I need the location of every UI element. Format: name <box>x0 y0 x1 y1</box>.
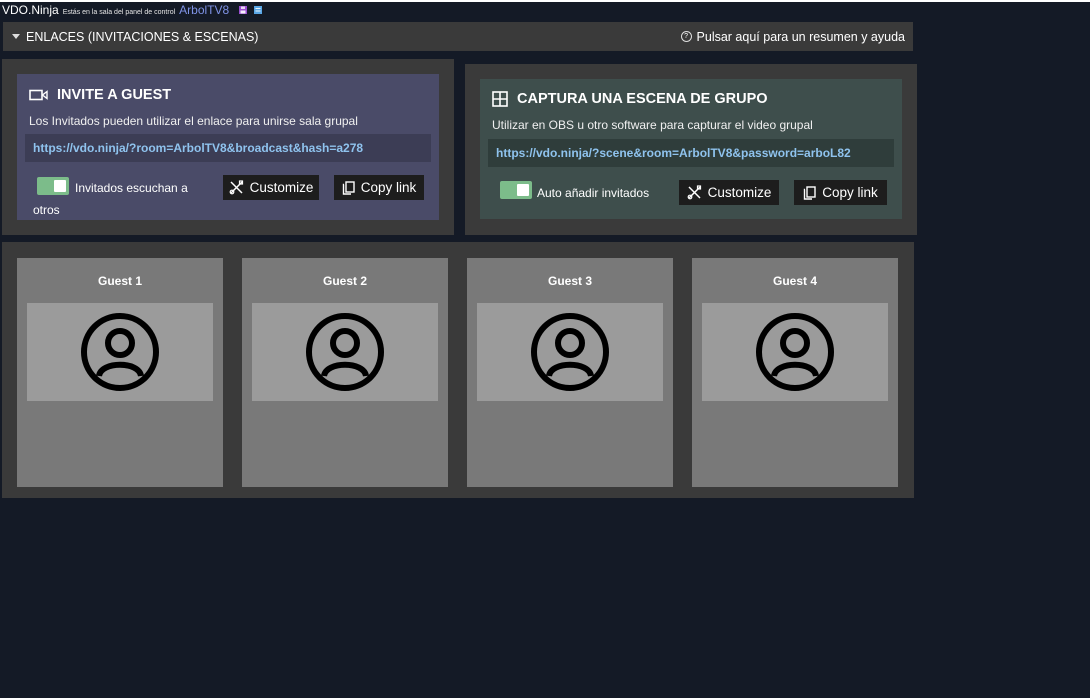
app-header: VDO.Ninja Estás en la sala del panel de … <box>2 3 263 19</box>
collapse-triangle-icon[interactable] <box>12 34 20 39</box>
invite-customize-button[interactable]: Customize <box>223 175 319 200</box>
help-link-label: Pulsar aquí para un resumen y ayuda <box>696 29 905 44</box>
user-avatar-icon <box>81 313 159 391</box>
guest-slots-panel: Guest 1 Guest 2 Guest 3 Guest 4 <box>2 242 914 498</box>
help-link[interactable]: ? Pulsar aquí para un resumen y ayuda <box>680 29 913 44</box>
guest-slot-label: Guest 2 <box>322 274 367 288</box>
invite-customize-label: Customize <box>249 180 314 195</box>
scene-copy-label: Copy link <box>822 185 878 200</box>
invite-description: Los Invitados pueden utilizar el enlace … <box>29 114 358 128</box>
scene-copy-link-button[interactable]: Copy link <box>794 180 887 205</box>
scene-link[interactable]: https://vdo.ninja/?scene&room=ArbolTV8&p… <box>488 139 894 167</box>
scene-card: CAPTURA UNA ESCENA DE GRUPO Utilizar en … <box>480 79 902 219</box>
guest-slot-2[interactable]: Guest 2 <box>242 258 448 487</box>
guest-slot-label: Guest 1 <box>97 274 142 288</box>
scene-title-row: CAPTURA UNA ESCENA DE GRUPO <box>492 91 768 107</box>
invite-copy-label: Copy link <box>360 180 417 195</box>
guests-hear-others-label-2: otros <box>33 203 60 217</box>
links-section-header[interactable]: ENLACES (INVITACIONES & ESCENAS) ? Pulsa… <box>3 22 913 51</box>
guest-slot-label: Guest 3 <box>547 274 592 288</box>
guest-slot-4[interactable]: Guest 4 <box>692 258 898 487</box>
invite-panel: INVITE A GUEST Los Invitados pueden util… <box>2 59 454 235</box>
scene-customize-label: Customize <box>707 185 772 200</box>
app-brand[interactable]: VDO.Ninja <box>2 3 59 17</box>
invite-card: INVITE A GUEST Los Invitados pueden util… <box>17 74 439 220</box>
copy-icon <box>342 180 355 195</box>
user-avatar-icon <box>306 313 384 391</box>
guest-video-placeholder <box>477 303 663 401</box>
copy-icon <box>804 185 816 200</box>
video-camera-icon <box>29 89 48 101</box>
user-avatar-icon <box>531 313 609 391</box>
scene-panel: CAPTURA UNA ESCENA DE GRUPO Utilizar en … <box>465 64 917 235</box>
invite-copy-link-button[interactable]: Copy link <box>334 175 424 200</box>
invite-title-row: INVITE A GUEST <box>29 87 171 103</box>
guests-hear-others-toggle[interactable] <box>37 177 69 195</box>
document-icon[interactable] <box>254 6 263 14</box>
guest-slot-3[interactable]: Guest 3 <box>467 258 673 487</box>
scene-customize-button[interactable]: Customize <box>679 180 779 205</box>
room-text: Estás en la sala del panel de control <box>62 9 176 16</box>
links-section-title: ENLACES (INVITACIONES & ESCENAS) <box>26 29 259 44</box>
window-top-border <box>0 0 1090 2</box>
auto-add-guests-label: Auto añadir invitados <box>537 186 650 200</box>
guest-video-placeholder <box>702 303 888 401</box>
toggle-knob <box>517 184 529 196</box>
scene-title: CAPTURA UNA ESCENA DE GRUPO <box>517 91 768 107</box>
user-avatar-icon <box>756 313 834 391</box>
scene-description: Utilizar en OBS u otro software para cap… <box>492 118 813 132</box>
grid-icon <box>492 91 508 107</box>
room-name[interactable]: ArbolTV8 <box>179 3 229 17</box>
invite-link[interactable]: https://vdo.ninja/?room=ArbolTV8&broadca… <box>25 134 431 162</box>
guest-slot-label: Guest 4 <box>772 274 817 288</box>
toggle-knob <box>54 180 66 192</box>
tools-icon <box>687 185 701 200</box>
guest-slot-1[interactable]: Guest 1 <box>17 258 223 487</box>
tools-icon <box>229 180 243 195</box>
guest-video-placeholder <box>27 303 213 401</box>
save-icon[interactable] <box>239 6 248 14</box>
invite-title: INVITE A GUEST <box>57 87 172 103</box>
guests-hear-others-label-1: Invitados escuchan a <box>75 181 188 195</box>
help-circle-icon: ? <box>680 31 692 42</box>
guest-video-placeholder <box>252 303 438 401</box>
auto-add-guests-toggle[interactable] <box>500 181 532 199</box>
